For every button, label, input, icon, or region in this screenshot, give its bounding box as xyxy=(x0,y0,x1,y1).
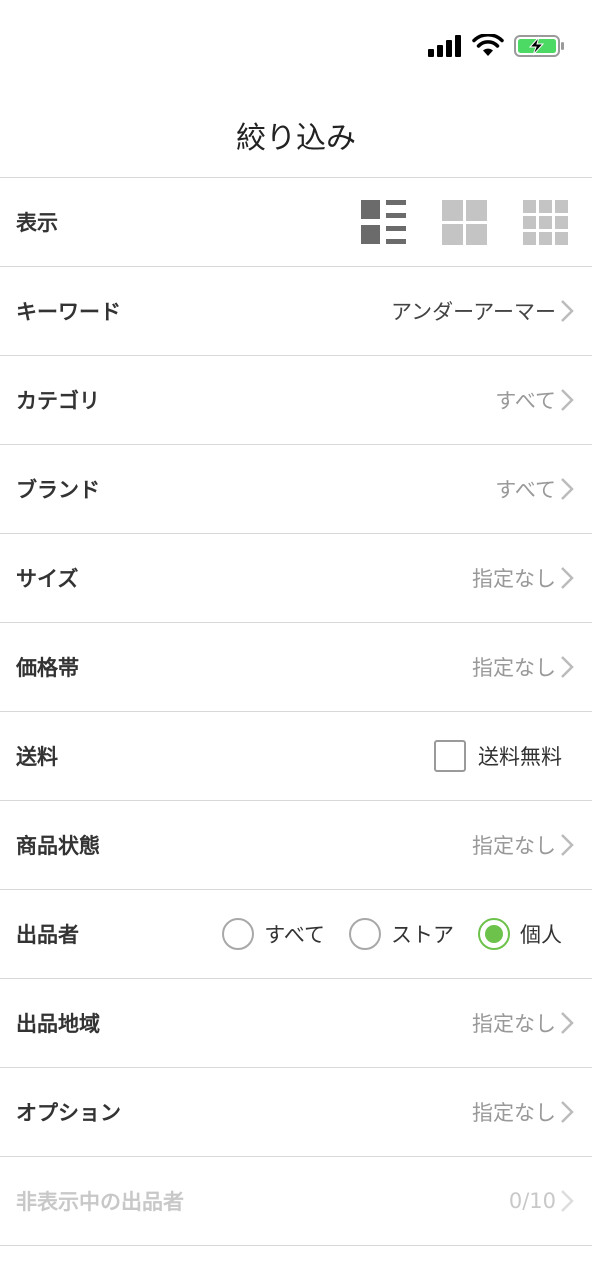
row-right-category: すべて xyxy=(495,385,576,415)
row-label-keyword: キーワード xyxy=(16,300,121,324)
option-value: 指定なし xyxy=(472,1101,556,1125)
chevron-right-icon xyxy=(561,389,574,411)
radio-label: ストア xyxy=(391,923,454,947)
row-label-condition: 商品状態 xyxy=(16,834,100,858)
filter-list: 表示 キーワード アンダーアーマー カテゴリ すべて ブランド すべて サイズ … xyxy=(0,178,592,1246)
free-shipping-checkbox[interactable] xyxy=(434,740,466,772)
chevron-right-icon xyxy=(561,300,574,322)
row-label-option: オプション xyxy=(16,1101,121,1125)
chevron-right-icon xyxy=(561,567,574,589)
chevron-right-icon xyxy=(561,834,574,856)
row-label-hidden-sellers: 非表示中の出品者 xyxy=(16,1190,184,1214)
row-label-brand: ブランド xyxy=(16,478,100,502)
signal-icon xyxy=(428,35,461,57)
radio-button[interactable] xyxy=(349,918,381,950)
row-right-condition: 指定なし xyxy=(472,830,576,860)
grid-2-view-icon[interactable] xyxy=(442,199,487,245)
region-value: 指定なし xyxy=(472,1012,556,1036)
radio-label: 個人 xyxy=(520,923,562,947)
row-right-option: 指定なし xyxy=(472,1097,576,1127)
row-label-shipping: 送料 xyxy=(16,745,58,769)
battery-charging-icon xyxy=(514,35,564,57)
row-category[interactable]: カテゴリ すべて xyxy=(0,356,592,445)
chevron-right-icon xyxy=(561,1190,574,1212)
size-value: 指定なし xyxy=(472,567,556,591)
brand-value: すべて xyxy=(495,478,556,502)
radio-button[interactable] xyxy=(222,918,255,950)
radio-button-selected[interactable] xyxy=(478,918,510,950)
list-view-icon[interactable] xyxy=(361,199,406,245)
row-option[interactable]: オプション 指定なし xyxy=(0,1068,592,1157)
page-title: 絞り込み xyxy=(236,121,356,156)
row-label-region: 出品地域 xyxy=(16,1012,100,1036)
row-display: 表示 xyxy=(0,178,592,267)
row-condition[interactable]: 商品状態 指定なし xyxy=(0,801,592,890)
row-shipping: 送料 送料無料 xyxy=(0,712,592,801)
free-shipping-label: 送料無料 xyxy=(478,745,562,769)
chevron-right-icon xyxy=(561,656,574,678)
seller-option-store[interactable]: ストア xyxy=(349,918,454,950)
row-right-size: 指定なし xyxy=(472,563,576,593)
row-right-brand: すべて xyxy=(495,474,576,504)
row-label-price: 価格帯 xyxy=(16,656,79,680)
chevron-right-icon xyxy=(561,478,574,500)
row-label-size: サイズ xyxy=(16,567,79,591)
row-right-region: 指定なし xyxy=(472,1008,576,1038)
row-size[interactable]: サイズ 指定なし xyxy=(0,534,592,623)
row-seller: 出品者 すべて ストア 個人 xyxy=(0,890,592,979)
free-shipping-toggle[interactable]: 送料無料 xyxy=(434,740,562,772)
row-brand[interactable]: ブランド すべて xyxy=(0,445,592,534)
condition-value: 指定なし xyxy=(472,834,556,858)
seller-radio-group: すべて ストア 個人 xyxy=(198,918,562,950)
view-mode-switcher xyxy=(361,199,568,245)
seller-option-all[interactable]: すべて xyxy=(222,918,325,950)
row-price[interactable]: 価格帯 指定なし xyxy=(0,623,592,712)
row-region[interactable]: 出品地域 指定なし xyxy=(0,979,592,1068)
row-right-hidden-sellers: 0/10 xyxy=(509,1189,576,1213)
status-bar xyxy=(0,0,592,92)
chevron-right-icon xyxy=(561,1012,574,1034)
price-value: 指定なし xyxy=(472,656,556,680)
radio-label: すべて xyxy=(264,923,325,947)
row-right-price: 指定なし xyxy=(472,652,576,682)
row-hidden-sellers: 非表示中の出品者 0/10 xyxy=(0,1157,592,1246)
hidden-sellers-count: 0/10 xyxy=(508,1189,556,1213)
row-label-seller: 出品者 xyxy=(16,923,79,947)
category-value: すべて xyxy=(495,389,556,413)
seller-option-individual[interactable]: 個人 xyxy=(478,918,562,950)
row-right-keyword: アンダーアーマー xyxy=(391,296,576,326)
wifi-icon xyxy=(472,34,504,56)
row-keyword[interactable]: キーワード アンダーアーマー xyxy=(0,267,592,356)
chevron-right-icon xyxy=(561,1101,574,1123)
row-label-display: 表示 xyxy=(16,211,58,235)
grid-3-view-icon[interactable] xyxy=(523,199,568,245)
keyword-value: アンダーアーマー xyxy=(390,300,556,324)
row-label-category: カテゴリ xyxy=(16,389,100,413)
